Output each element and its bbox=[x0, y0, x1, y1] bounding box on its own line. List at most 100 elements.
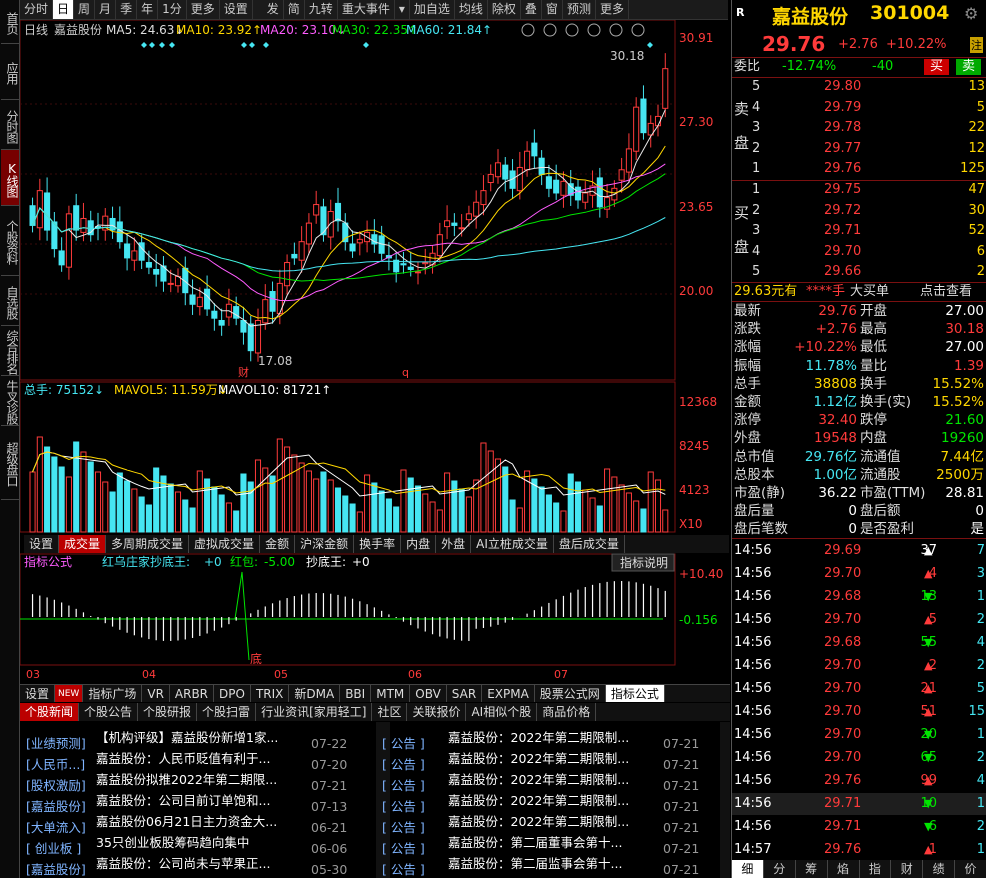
indicator-tab-2[interactable]: 指标广场 bbox=[83, 685, 143, 702]
big-order-link[interactable]: 点击查看 bbox=[920, 283, 972, 301]
toolbar-item-9[interactable]: 发 bbox=[263, 0, 284, 19]
toolbar-item-3[interactable]: 月 bbox=[95, 0, 117, 19]
indicator-tab-10[interactable]: OBV bbox=[410, 685, 447, 702]
toolbar-item-17[interactable]: 叠 bbox=[521, 0, 542, 19]
event-diamond[interactable] bbox=[241, 42, 247, 48]
news-tab-7[interactable]: AI相似个股 bbox=[466, 703, 538, 721]
orderbook-row[interactable]: 4 29.79 5 bbox=[732, 99, 986, 117]
quote-tab-1[interactable]: 分 bbox=[764, 860, 796, 878]
toolbar-item-11[interactable]: 九转 bbox=[305, 0, 338, 19]
gear-icon[interactable]: ⚙ bbox=[964, 4, 978, 23]
event-diamond[interactable] bbox=[141, 42, 147, 48]
news-tab-4[interactable]: 行业资讯[家用轻工] bbox=[256, 703, 373, 721]
news-tab-0[interactable]: 个股新闻 bbox=[20, 703, 80, 721]
event-diamond[interactable] bbox=[363, 42, 369, 48]
left-tab-0[interactable]: 首页 bbox=[1, 0, 19, 44]
indicator-tab-3[interactable]: VR bbox=[142, 685, 170, 702]
left-tab-2[interactable]: 分时图 bbox=[1, 100, 19, 150]
toolbar-item-20[interactable]: 更多 bbox=[596, 0, 629, 19]
tick-row[interactable]: 14:56 29.70 21 ▲ 5 bbox=[732, 678, 986, 700]
tick-row[interactable]: 14:56 29.70 2 ▲ 2 bbox=[732, 655, 986, 677]
orderbook-row[interactable]: 4 29.70 6 bbox=[732, 243, 986, 261]
indicator-tab-8[interactable]: BBI bbox=[340, 685, 372, 702]
volume-tab-8[interactable]: 外盘 bbox=[436, 535, 472, 553]
volume-tab-4[interactable]: 金额 bbox=[260, 535, 296, 553]
toolbar-item-5[interactable]: 年 bbox=[137, 0, 159, 19]
orderbook-row[interactable]: 1 29.76 125 bbox=[732, 160, 986, 178]
quote-tab-6[interactable]: 绩 bbox=[923, 860, 956, 878]
left-tab-7[interactable]: 牛叉诊股 bbox=[1, 376, 19, 426]
news-tab-2[interactable]: 个股研报 bbox=[138, 703, 198, 721]
volume-tab-6[interactable]: 换手率 bbox=[354, 535, 402, 553]
q-marker[interactable]: q bbox=[402, 366, 409, 379]
tick-row[interactable]: 14:56 29.70 5 ▲ 2 bbox=[732, 609, 986, 631]
news-item[interactable]: [ 公告 ] 嘉益股份：第二届监事会第十... 07-21 bbox=[382, 853, 722, 878]
finance-marker[interactable]: 财 bbox=[238, 365, 249, 379]
toolbar-item-10[interactable]: 简 bbox=[284, 0, 305, 19]
indicator-tab-12[interactable]: EXPMA bbox=[482, 685, 535, 702]
tick-row[interactable]: 14:56 29.70 65 ▼ 2 bbox=[732, 747, 986, 769]
tick-row[interactable]: 14:56 29.68 13 ▼ 1 bbox=[732, 586, 986, 608]
left-tab-3[interactable]: K线图 bbox=[1, 150, 19, 206]
plus-icon[interactable] bbox=[609, 23, 623, 37]
news-item[interactable]: [嘉益股份] 嘉益股份：公司尚未与苹果正... 05-30 bbox=[26, 853, 376, 878]
quote-tab-3[interactable]: 焰 bbox=[828, 860, 860, 878]
news-tab-3[interactable]: 个股扫雷 bbox=[197, 703, 257, 721]
toolbar-item-18[interactable]: 窗 bbox=[542, 0, 563, 19]
tick-row[interactable]: 14:56 29.70 4 ▲ 3 bbox=[732, 563, 986, 585]
tick-row[interactable]: 14:56 29.68 55 ▼ 4 bbox=[732, 632, 986, 654]
tick-row[interactable]: 14:56 29.69 37 ▲ 7 bbox=[732, 540, 986, 562]
toolbar-item-12[interactable]: 重大事件 bbox=[338, 0, 395, 19]
news-scrollbar-right[interactable] bbox=[720, 722, 730, 878]
toolbar-item-6[interactable]: 1分 bbox=[158, 0, 187, 19]
volume-tab-9[interactable]: AI立桩成交量 bbox=[471, 535, 554, 553]
volume-tab-1[interactable]: 成交量 bbox=[59, 535, 107, 553]
volume-tab-7[interactable]: 内盘 bbox=[401, 535, 437, 553]
indicator-tab-11[interactable]: SAR bbox=[447, 685, 483, 702]
kline-chart-area[interactable]: 日线 嘉益股份 MA5: 24.63↓MA10: 23.92↑MA20: 23.10… bbox=[20, 20, 731, 683]
event-diamond[interactable] bbox=[249, 42, 255, 48]
toolbar-item-19[interactable]: 预测 bbox=[563, 0, 596, 19]
left-tab-1[interactable]: 应用 bbox=[1, 44, 19, 100]
tick-row[interactable]: 14:56 29.71 6 ▼ 2 bbox=[732, 816, 986, 838]
help-icon[interactable] bbox=[587, 23, 601, 37]
news-tab-6[interactable]: 关联报价 bbox=[407, 703, 467, 721]
play-icon[interactable] bbox=[565, 23, 579, 37]
toolbar-item-7[interactable]: 更多 bbox=[187, 0, 220, 19]
left-tab-5[interactable]: 自选股 bbox=[1, 276, 19, 326]
toolbar-item-8[interactable]: 设置 bbox=[220, 0, 253, 19]
left-tab-8[interactable]: 超级盘口 bbox=[1, 426, 19, 500]
orderbook-row[interactable]: 2 29.77 12 bbox=[732, 140, 986, 158]
eye-icon[interactable] bbox=[521, 23, 535, 37]
orderbook-row[interactable]: 3 29.78 22 bbox=[732, 119, 986, 137]
indicator-tab-5[interactable]: DPO bbox=[214, 685, 251, 702]
toolbar-item-2[interactable]: 周 bbox=[74, 0, 96, 19]
orderbook-row[interactable]: 2 29.72 30 bbox=[732, 202, 986, 220]
quote-tab-7[interactable]: 价 bbox=[955, 860, 986, 878]
event-diamond[interactable] bbox=[159, 42, 165, 48]
event-diamond[interactable] bbox=[647, 42, 653, 48]
tick-row[interactable]: 14:56 29.76 99 ▲ 4 bbox=[732, 770, 986, 792]
indicator-tab-13[interactable]: 股票公式网 bbox=[535, 685, 606, 702]
event-diamond[interactable] bbox=[149, 42, 155, 48]
buy-button[interactable]: 买 bbox=[924, 59, 950, 75]
indicator-tab-9[interactable]: MTM bbox=[371, 685, 411, 702]
tick-row[interactable]: 14:57 29.76 1 ▲ 1 bbox=[732, 839, 986, 861]
indicator-tab-1[interactable]: NEW bbox=[55, 685, 84, 702]
tick-row[interactable]: 14:56 29.71 10 ▼ 1 bbox=[732, 793, 986, 815]
toolbar-item-4[interactable]: 季 bbox=[116, 0, 138, 19]
news-tab-5[interactable]: 社区 bbox=[372, 703, 408, 721]
volume-tab-3[interactable]: 虚拟成交量 bbox=[189, 535, 261, 553]
toolbar-item-16[interactable]: 除权 bbox=[488, 0, 521, 19]
volume-tab-5[interactable]: 沪深金额 bbox=[295, 535, 355, 553]
orderbook-row[interactable]: 1 29.75 47 bbox=[732, 181, 986, 199]
minus-icon[interactable] bbox=[631, 23, 645, 37]
quote-tab-5[interactable]: 财 bbox=[891, 860, 924, 878]
event-diamond[interactable] bbox=[263, 42, 269, 48]
toolbar-item-1[interactable]: 日 bbox=[53, 0, 75, 19]
indicator-tab-14[interactable]: 指标公式 bbox=[605, 685, 665, 702]
left-tab-4[interactable]: 个股资料 bbox=[1, 206, 19, 276]
quote-tab-2[interactable]: 筹 bbox=[796, 860, 828, 878]
toolbar-item-15[interactable]: 均线 bbox=[455, 0, 488, 19]
sell-button[interactable]: 卖 bbox=[956, 59, 982, 75]
